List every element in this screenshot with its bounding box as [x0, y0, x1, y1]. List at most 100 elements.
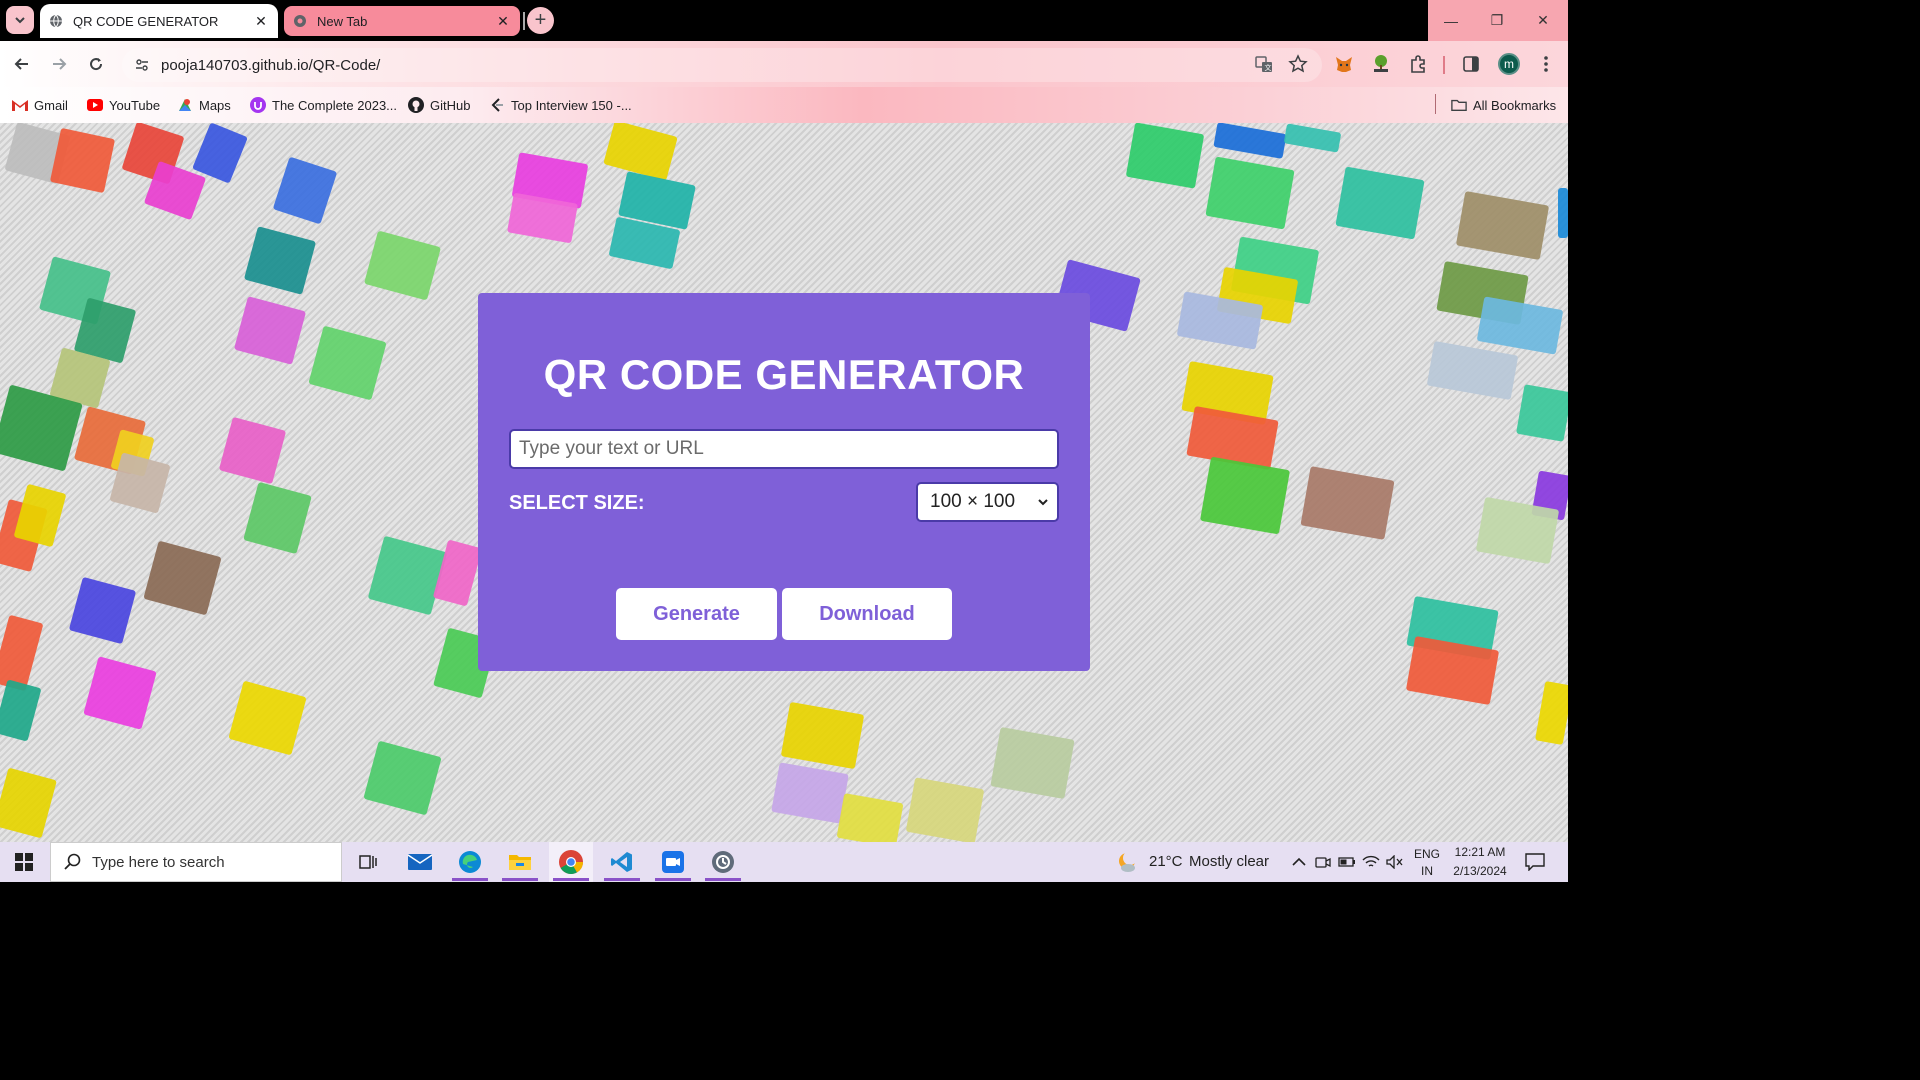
address-bar[interactable]: pooja140703.github.io/QR-Code/ 文 [122, 48, 1322, 82]
wifi-icon[interactable] [1362, 853, 1380, 871]
taskbar-edge[interactable] [448, 842, 492, 882]
udemy-icon [250, 97, 266, 113]
taskbar-file-explorer[interactable] [498, 842, 542, 882]
tab-title: New Tab [317, 13, 368, 29]
task-view-button[interactable] [346, 842, 390, 882]
bookmark-github[interactable]: GitHub [408, 95, 470, 115]
taskbar-search[interactable]: Type here to search [50, 842, 342, 882]
language-code: ENG [1414, 847, 1441, 861]
bookmark-label: Gmail [34, 97, 68, 113]
vscode-icon [611, 852, 632, 872]
side-panel-icon[interactable] [1459, 52, 1483, 76]
toolbar-divider [1443, 56, 1445, 74]
bookmarks-divider [1435, 94, 1436, 114]
weather-desc: Mostly clear [1189, 853, 1270, 870]
bookmark-maps[interactable]: Maps [177, 95, 231, 115]
taskbar-chrome[interactable] [549, 842, 593, 882]
clock-date: 2/13/2024 [1453, 864, 1507, 878]
folder-icon [509, 855, 531, 870]
clock-time: 12:21 AM [1454, 845, 1506, 859]
mail-icon [407, 854, 433, 870]
html-extension-icon[interactable] [1369, 52, 1393, 76]
arrow-left-icon [14, 58, 28, 70]
reload-icon [90, 58, 103, 71]
meet-now-icon[interactable] [1314, 853, 1332, 871]
close-window-button[interactable]: ✕ [1520, 0, 1566, 41]
taskbar-zoom[interactable] [651, 842, 695, 882]
reload-button[interactable] [82, 50, 110, 78]
page-viewport: QR CODE GENERATOR SELECT SIZE: 100 × 100… [0, 123, 1568, 842]
bookmark-label: GitHub [430, 97, 471, 113]
tab-search-button[interactable] [6, 6, 34, 34]
edge-icon [459, 851, 481, 873]
gmail-icon [12, 97, 28, 113]
video-camera-icon [662, 851, 684, 873]
chrome-icon [292, 13, 308, 29]
running-indicator [452, 878, 488, 881]
region-code: IN [1421, 864, 1433, 878]
taskbar-app[interactable] [701, 842, 745, 882]
restore-button[interactable]: ❐ [1474, 0, 1520, 41]
taskbar-vscode[interactable] [600, 842, 644, 882]
running-indicator [553, 878, 589, 881]
metamask-extension-icon[interactable] [1332, 52, 1356, 76]
page-title: QR CODE GENERATOR [543, 351, 1025, 398]
weather-temp: 21°C [1149, 853, 1183, 870]
translate-icon[interactable]: 文 [1254, 54, 1274, 79]
bookmark-star-icon[interactable] [1288, 54, 1308, 79]
folder-icon [1451, 97, 1467, 113]
bookmark-youtube[interactable]: YouTube [87, 95, 160, 115]
generate-button[interactable]: Generate [616, 588, 777, 640]
chevron-up-icon[interactable] [1290, 853, 1308, 871]
search-placeholder: Type here to search [92, 853, 225, 871]
bookmark-gmail[interactable]: Gmail [12, 95, 68, 115]
github-icon [408, 97, 424, 113]
tab-qr-code-generator[interactable]: QR CODE GENERATOR ✕ [40, 4, 278, 38]
youtube-icon [87, 97, 103, 113]
browser-toolbar: pooja140703.github.io/QR-Code/ 文 m [0, 41, 1568, 87]
site-info-icon[interactable] [131, 54, 153, 76]
start-button[interactable] [0, 842, 48, 882]
bookmark-leetcode[interactable]: Top Interview 150 -... [489, 95, 632, 115]
taskbar-mail[interactable] [398, 842, 442, 882]
browser-titlebar: QR CODE GENERATOR ✕ New Tab ✕ + — ❐ ✕ [0, 0, 1568, 41]
more-menu-icon[interactable] [1534, 52, 1558, 76]
running-indicator [705, 878, 741, 881]
all-bookmarks-button[interactable]: All Bookmarks [1451, 95, 1556, 115]
size-select-value: 100 × 100 [930, 491, 1016, 512]
chevron-down-icon [15, 17, 25, 24]
notification-icon[interactable] [1525, 852, 1545, 872]
tab-new-tab[interactable]: New Tab ✕ [284, 6, 520, 36]
svg-text:文: 文 [1265, 63, 1272, 72]
profile-avatar[interactable]: m [1498, 53, 1520, 75]
close-icon[interactable]: ✕ [252, 12, 270, 30]
bookmarks-bar: Gmail YouTube Maps The Complete 2023... … [0, 87, 1568, 123]
minimize-button[interactable]: — [1428, 0, 1474, 41]
download-button[interactable]: Download [782, 588, 952, 640]
bookmark-label: Maps [199, 97, 231, 113]
window-controls: — ❐ ✕ [1428, 0, 1568, 41]
new-tab-button[interactable]: + [527, 7, 554, 34]
app-icon [712, 851, 734, 873]
extensions-puzzle-icon[interactable] [1406, 52, 1430, 76]
bookmark-label: The Complete 2023... [272, 97, 398, 113]
windows-icon [15, 853, 33, 871]
avatar-initial: m [1504, 57, 1514, 71]
qr-text-input[interactable] [509, 429, 1059, 469]
moon-cloud-icon [1116, 850, 1140, 874]
size-label: SELECT SIZE: [509, 492, 645, 514]
volume-muted-icon[interactable] [1386, 853, 1404, 871]
forward-button[interactable] [45, 50, 73, 78]
task-view-icon [359, 855, 377, 869]
arrow-right-icon [53, 58, 67, 70]
battery-icon[interactable] [1338, 853, 1356, 871]
globe-icon [48, 13, 64, 29]
qr-generator-card: QR CODE GENERATOR SELECT SIZE: 100 × 100… [478, 293, 1090, 671]
back-button[interactable] [8, 50, 36, 78]
all-bookmarks-label: All Bookmarks [1473, 97, 1557, 113]
close-icon[interactable]: ✕ [494, 12, 512, 30]
url-text: pooja140703.github.io/QR-Code/ [161, 56, 381, 74]
bookmark-udemy[interactable]: The Complete 2023... [250, 95, 397, 115]
size-select[interactable]: 100 × 100 [916, 482, 1059, 522]
plus-icon: + [534, 9, 547, 31]
